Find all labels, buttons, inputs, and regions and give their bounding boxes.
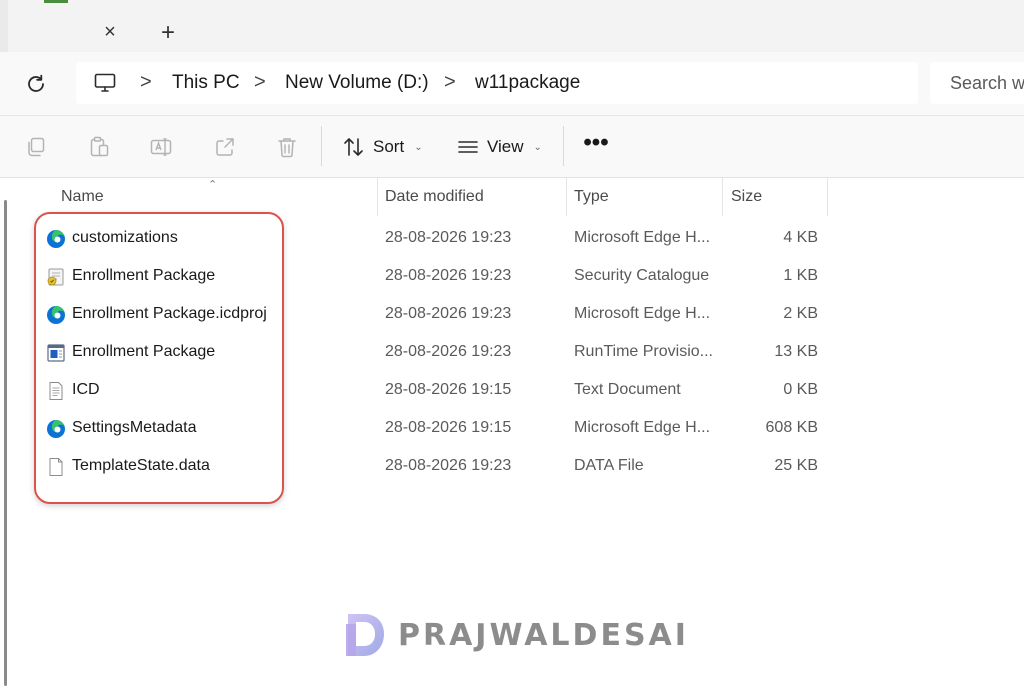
sort-button[interactable]: Sort ⌄ [343, 130, 423, 164]
watermark: PRAJWALDESAI [344, 612, 689, 658]
close-tab-icon[interactable]: × [100, 22, 120, 42]
search-placeholder: Search w11package [950, 73, 1024, 93]
file-date: 28-08-2026 19:23 [385, 305, 512, 322]
view-button[interactable]: View ⌄ [457, 130, 542, 164]
tab-shadow [0, 0, 8, 52]
breadcrumb-w11package[interactable]: w11package [475, 72, 580, 94]
rename-icon[interactable] [150, 136, 172, 158]
paste-icon[interactable] [88, 136, 110, 158]
file-date: 28-08-2026 19:15 [385, 381, 512, 398]
file-type: Microsoft Edge H... [574, 305, 711, 322]
breadcrumb-this-pc[interactable]: This PC [172, 72, 240, 94]
file-type: DATA File [574, 457, 644, 474]
column-separator[interactable] [827, 178, 828, 216]
file-size: 4 KB [783, 229, 818, 246]
column-separator[interactable] [722, 178, 723, 216]
this-pc-icon[interactable] [94, 73, 116, 93]
view-icon [458, 141, 478, 153]
tab-accent [44, 0, 68, 3]
watermark-text: PRAJWALDESAI [398, 617, 689, 653]
command-divider [321, 126, 322, 166]
breadcrumb-separator[interactable]: > [444, 71, 456, 93]
file-date: 28-08-2026 19:23 [385, 267, 512, 284]
file-date: 28-08-2026 19:23 [385, 343, 512, 360]
command-divider [563, 126, 564, 166]
highlight-annotation [34, 212, 284, 504]
file-size: 2 KB [783, 305, 818, 322]
file-size: 25 KB [774, 457, 818, 474]
file-date: 28-08-2026 19:23 [385, 457, 512, 474]
column-separator[interactable] [566, 178, 567, 216]
file-size: 0 KB [783, 381, 818, 398]
file-date: 28-08-2026 19:15 [385, 419, 512, 436]
file-date: 28-08-2026 19:23 [385, 229, 512, 246]
new-tab-button[interactable]: + [156, 21, 180, 45]
chevron-down-icon: ⌄ [533, 141, 542, 153]
chevron-down-icon: ⌄ [414, 141, 423, 153]
refresh-icon[interactable] [24, 72, 48, 96]
view-label: View [487, 137, 524, 156]
search-input[interactable]: Search w11package [930, 62, 1024, 104]
column-header-type[interactable]: Type [574, 188, 609, 206]
breadcrumb-separator[interactable]: > [140, 71, 152, 93]
scrollbar[interactable] [4, 200, 7, 686]
address-bar-row: > This PC > New Volume (D:) > w11package… [0, 52, 1024, 116]
breadcrumb-separator[interactable]: > [254, 71, 266, 93]
column-header-name[interactable]: Name [61, 188, 104, 206]
column-header-size[interactable]: Size [731, 188, 762, 206]
file-size: 608 KB [765, 419, 818, 436]
file-size: 13 KB [774, 343, 818, 360]
address-bar[interactable]: > This PC > New Volume (D:) > w11package [76, 62, 918, 104]
breadcrumb-new-volume[interactable]: New Volume (D:) [285, 72, 429, 94]
column-header-date[interactable]: Date modified [385, 188, 484, 206]
share-icon[interactable] [214, 136, 236, 158]
sort-icon [344, 138, 363, 156]
column-separator[interactable] [377, 178, 378, 216]
watermark-logo-icon [346, 614, 384, 656]
file-type: Microsoft Edge H... [574, 229, 711, 246]
sort-label: Sort [373, 137, 405, 156]
delete-icon[interactable] [276, 136, 298, 158]
more-options-button[interactable]: ••• [582, 131, 610, 160]
command-bar: Sort ⌄ View ⌄ ••• [0, 116, 1024, 178]
copy-icon[interactable] [25, 136, 47, 158]
file-type: RunTime Provisio... [574, 343, 713, 360]
file-type: Text Document [574, 381, 681, 398]
column-headers: Name Date modified Type Size [0, 178, 830, 216]
tab-strip: × + [0, 0, 1024, 52]
file-size: 1 KB [783, 267, 818, 284]
file-type: Microsoft Edge H... [574, 419, 711, 436]
file-type: Security Catalogue [574, 267, 710, 284]
